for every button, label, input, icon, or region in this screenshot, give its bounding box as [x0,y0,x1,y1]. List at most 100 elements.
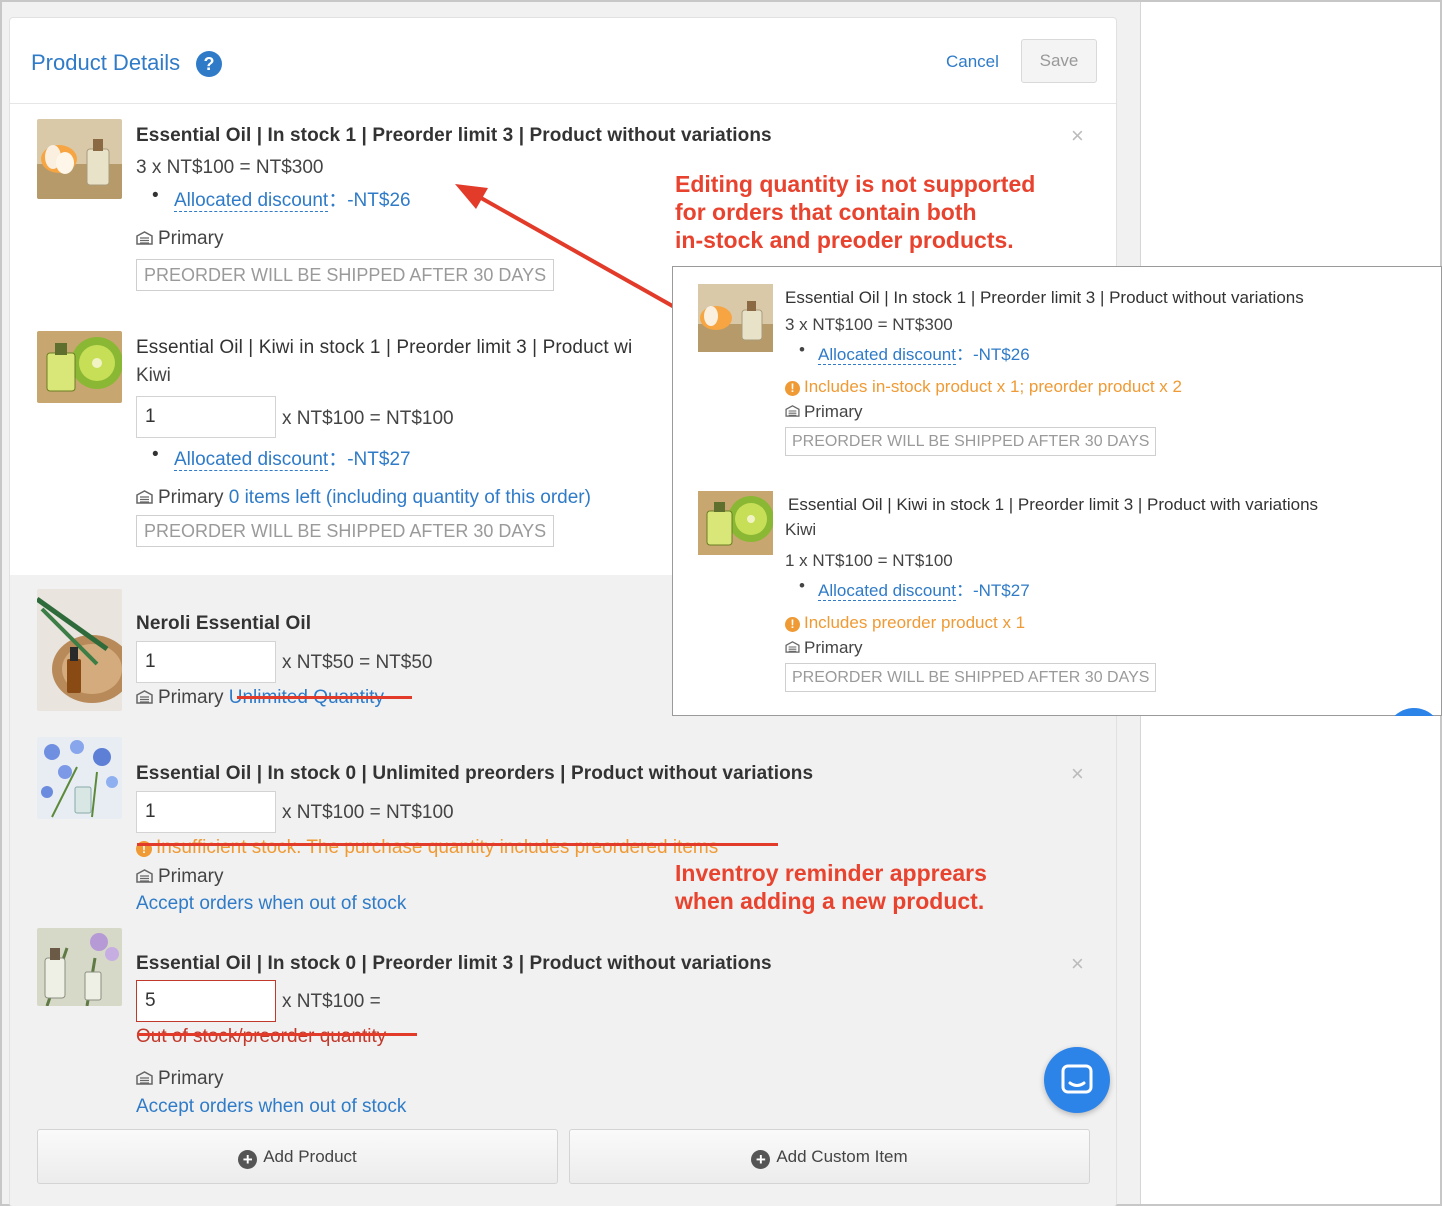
warehouse-name: Primary [158,228,224,249]
annotation-line: in-stock and preoder products. [675,227,1014,253]
warning-text: Insufficient stock. The purchase quantit… [156,837,719,858]
stock-composition-warning: ! Includes preorder product x 1 [785,613,1025,633]
discount-value: ：-NT$27 [328,449,411,470]
add-product-button[interactable]: + Add Product [37,1129,558,1184]
product-item: Essential Oil | In stock 0 | Preorder li… [10,913,1116,1118]
product-thumbnail [698,491,774,555]
product-title: Essential Oil | Kiwi in stock 1 | Preord… [788,495,1319,514]
annotation-note-editing: Editing quantity is not supported for or… [675,170,1035,254]
allocated-discount-link[interactable]: Allocated discount [174,190,329,212]
stock-remaining-note: 0 items left (including quantity of this… [228,487,591,508]
warning-text: Includes preorder product x 1 [804,613,1026,632]
discount-value: ：-NT$26 [955,345,1030,364]
discount-value: ：-NT$27 [955,581,1030,600]
remove-item-icon[interactable]: × [1071,761,1084,787]
allocated-discount-link[interactable]: Allocated discount [818,581,956,601]
price-calculation: x NT$50 = NT$50 [282,652,433,673]
quantity-input[interactable]: 1 [136,641,276,683]
highlight-underline [137,843,778,846]
highlight-underline [237,696,412,699]
price-calculation: 3 x NT$100 = NT$300 [785,315,953,334]
highlight-underline [137,1033,417,1036]
insufficient-stock-warning: ! Insufficient stock. The purchase quanti… [136,837,718,859]
help-icon[interactable]: ? [196,51,222,77]
accept-orders-note: Accept orders when out of stock [136,893,407,914]
product-thumbnail [37,119,122,199]
remove-item-icon[interactable]: × [1071,951,1084,977]
allocated-discount: Allocated discount：-NT$26 [799,340,1030,365]
product-thumbnail [37,928,122,1006]
save-button[interactable]: Save [1021,39,1097,83]
price-calculation: x NT$100 = [282,991,381,1012]
add-product-label: Add Product [263,1147,357,1166]
warehouse-row: Primary [136,866,223,888]
warehouse-name: Primary [804,402,863,421]
accept-orders-note: Accept orders when out of stock [136,1096,407,1117]
add-custom-item-button[interactable]: + Add Custom Item [569,1129,1090,1184]
product-title: Neroli Essential Oil [136,613,312,634]
order-detail-popup: Essential Oil | In stock 1 | Preorder li… [672,266,1442,716]
warehouse-icon [136,1071,153,1085]
product-title: Essential Oil | In stock 0 | Unlimited p… [136,763,814,784]
quantity-input[interactable]: 1 [136,396,276,438]
plus-circle-icon: + [238,1150,258,1169]
preorder-tag: PREORDER WILL BE SHIPPED AFTER 30 DAYS [785,663,1157,692]
allocated-discount-link[interactable]: Allocated discount [174,449,329,471]
add-custom-item-label: Add Custom Item [776,1147,908,1166]
discount-value: ：-NT$26 [328,190,411,211]
warehouse-row: Primary 0 items left (including quantity… [136,487,591,509]
annotation-note-reminder: Inventroy reminder apprears when adding … [675,859,987,915]
annotation-arrow-icon [455,184,693,319]
price-calculation: x NT$100 = NT$100 [282,408,454,429]
chat-support-button[interactable] [1044,1047,1110,1113]
out-of-stock-error: Out of stock/preorder quantity [136,1026,387,1047]
cancel-button[interactable]: Cancel [946,52,999,72]
product-title: Essential Oil | In stock 1 | Preorder li… [136,125,772,146]
price-calculation: 3 x NT$100 = NT$300 [136,157,324,178]
warning-text: Includes in-stock product x 1; preorder … [804,377,1182,396]
quantity-input[interactable]: 1 [136,791,276,833]
warehouse-name: Primary [158,866,224,887]
add-actions-bar: + Add Product + Add Custom Item [10,1118,1116,1206]
warehouse-row: Primary [136,228,223,250]
preorder-tag: PREORDER WILL BE SHIPPED AFTER 30 DAYS [785,427,1157,456]
product-thumbnail [37,589,122,711]
warehouse-icon [785,405,800,417]
plus-circle-icon: + [751,1150,771,1169]
remove-item-icon[interactable]: × [1071,123,1084,149]
annotation-line: for orders that contain both [675,199,977,225]
product-thumbnail [698,284,773,352]
price-calculation: 1 x NT$100 = NT$100 [785,551,953,570]
allocated-discount: Allocated discount：-NT$26 [152,185,411,212]
warehouse-name: Primary [804,638,863,657]
page-title: Product Details [31,50,181,75]
warehouse-icon [136,231,153,245]
warehouse-row: Primary [785,638,863,658]
allocated-discount-link[interactable]: Allocated discount [818,345,956,365]
annotation-line: Editing quantity is not supported [675,171,1036,197]
warehouse-icon [785,641,800,653]
warehouse-row: Primary [136,1068,223,1090]
product-title: Essential Oil | Kiwi in stock 1 | Preord… [136,337,633,358]
variant-label: Kiwi [136,365,171,386]
annotation-line: Inventroy reminder apprears [675,860,987,886]
warning-icon: ! [785,617,800,632]
warning-icon: ! [785,381,800,396]
preorder-tag: PREORDER WILL BE SHIPPED AFTER 30 DAYS [136,515,555,547]
product-thumbnail [37,331,122,403]
allocated-discount: Allocated discount：-NT$27 [152,444,411,471]
allocated-discount: Allocated discount：-NT$27 [799,576,1030,601]
warehouse-icon [136,690,153,704]
warehouse-row: Primary [785,402,863,422]
warehouse-name: Primary [158,487,224,508]
warehouse-name: Primary [158,687,224,708]
stock-composition-warning: ! Includes in-stock product x 1; preorder… [785,377,1182,397]
quantity-input[interactable]: 5 [136,980,276,1022]
product-thumbnail [37,737,122,819]
warehouse-icon [136,490,153,504]
annotation-line: when adding a new product. [675,888,985,914]
warehouse-name: Primary [158,1068,224,1089]
product-title: Essential Oil | In stock 0 | Preorder li… [136,953,772,974]
variant-label: Kiwi [785,520,817,539]
warehouse-icon [136,869,153,883]
